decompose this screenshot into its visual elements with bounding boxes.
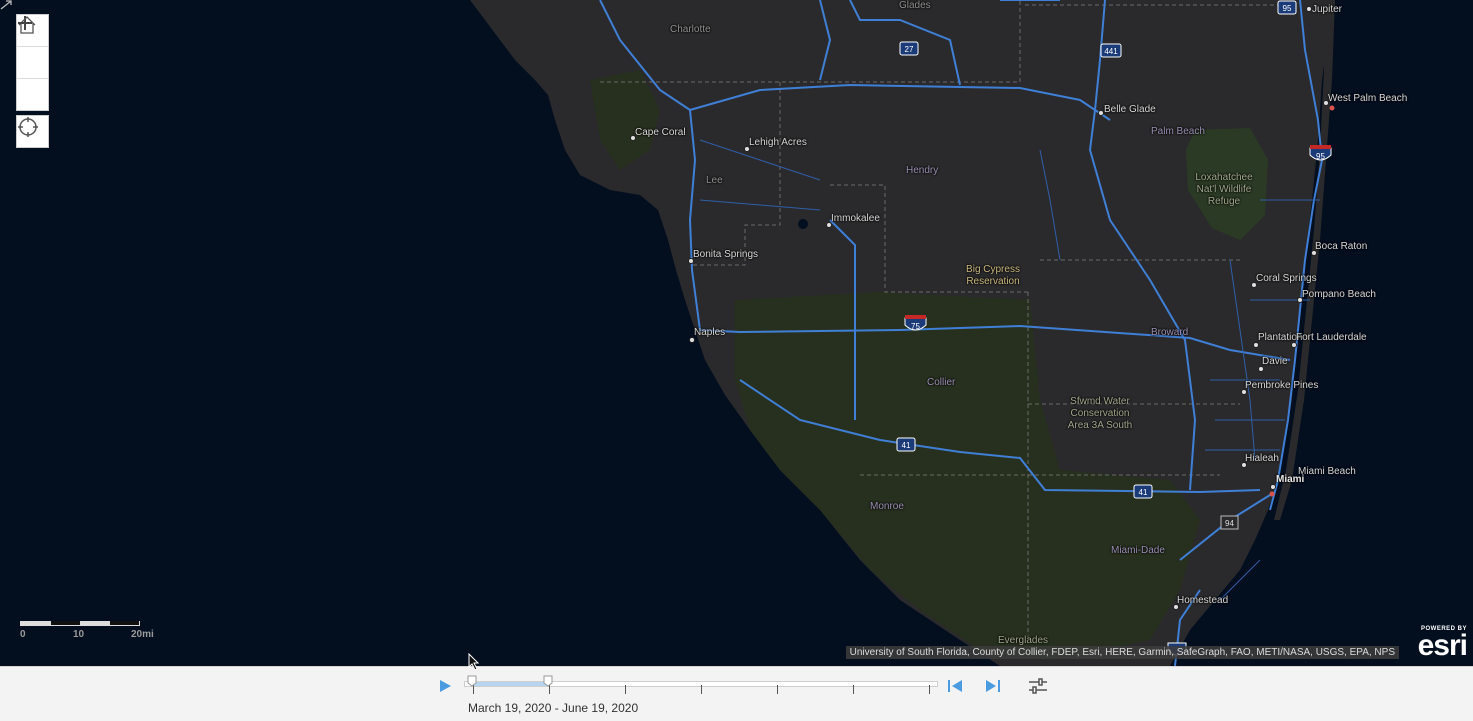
minus-icon bbox=[18, 22, 32, 24]
time-extent-label: March 19, 2020 - June 19, 2020 bbox=[468, 701, 639, 715]
locate-button[interactable] bbox=[16, 115, 49, 148]
scale-label-0: 0 bbox=[20, 629, 26, 640]
previous-button[interactable] bbox=[948, 679, 964, 693]
slider-tick bbox=[625, 685, 626, 694]
label-homestead: Homestead bbox=[1177, 595, 1229, 606]
label-big-cypress: Big Cypress Reservation bbox=[966, 264, 1020, 287]
label-sfwmd: Sfwmd Water Conservation Area 3A South bbox=[1067, 396, 1133, 431]
label-miami: Miami bbox=[1276, 474, 1305, 485]
slider-tick bbox=[929, 685, 930, 694]
label-bonita-springs: Bonita Springs bbox=[693, 249, 759, 260]
previous-icon bbox=[952, 680, 962, 692]
label-pompano-beach: Pompano Beach bbox=[1302, 289, 1376, 300]
label-west-palm-beach: West Palm Beach bbox=[1328, 93, 1408, 104]
attribution-text[interactable]: University of South Florida, County of C… bbox=[845, 646, 1399, 659]
slider-tick bbox=[853, 685, 854, 694]
scale-bar: 0 10 20mi bbox=[20, 621, 160, 640]
label-belle-glade: Belle Glade bbox=[1104, 104, 1156, 115]
slider-range-fill bbox=[472, 682, 548, 686]
label-coral-springs: Coral Springs bbox=[1256, 273, 1317, 284]
label-jupiter: Jupiter bbox=[1312, 4, 1343, 15]
settings-sliders-icon bbox=[1029, 678, 1047, 694]
label-cape-coral: Cape Coral bbox=[635, 127, 686, 138]
play-button[interactable] bbox=[438, 679, 452, 693]
label-monroe: Monroe bbox=[870, 501, 904, 512]
label-glades: Glades bbox=[899, 0, 931, 11]
time-slider: March 19, 2020 - June 19, 2020 bbox=[0, 666, 1473, 721]
label-loxahatchee: Loxahatchee Nat'l Wildlife Refuge bbox=[1195, 172, 1253, 207]
slider-thumb-start[interactable] bbox=[467, 675, 477, 687]
slider-tick bbox=[777, 685, 778, 694]
settings-button[interactable] bbox=[1028, 678, 1048, 694]
label-hialeah: Hialeah bbox=[1245, 453, 1279, 464]
basemap bbox=[470, 0, 1335, 666]
label-collier: Collier bbox=[927, 377, 956, 388]
mouse-cursor-icon bbox=[468, 653, 480, 671]
label-broward: Broward bbox=[1151, 327, 1189, 338]
map-view[interactable]: Glades Charlotte Jupiter West Palm Beach… bbox=[0, 0, 1473, 666]
label-naples: Naples bbox=[694, 327, 726, 338]
slider-thumb-end[interactable] bbox=[543, 675, 553, 687]
slider-tick bbox=[701, 685, 702, 694]
esri-logo[interactable]: POWERED BY esri bbox=[1417, 626, 1468, 662]
label-pembroke-pines: Pembroke Pines bbox=[1245, 380, 1319, 391]
label-lehigh-acres: Lehigh Acres bbox=[749, 137, 807, 148]
esri-wordmark: esri bbox=[1417, 629, 1468, 662]
scale-label-10: 10 bbox=[73, 629, 85, 640]
zoom-controls bbox=[16, 14, 49, 111]
label-immokalee: Immokalee bbox=[831, 213, 880, 224]
home-button[interactable] bbox=[17, 16, 48, 79]
zoom-out-button[interactable] bbox=[17, 22, 48, 110]
label-miami-dade: Miami-Dade bbox=[1111, 545, 1165, 556]
scale-label-20mi: 20mi bbox=[131, 629, 154, 640]
next-icon bbox=[986, 680, 996, 692]
label-palm-beach: Palm Beach bbox=[1151, 126, 1205, 137]
label-davie: Davie bbox=[1262, 356, 1288, 367]
expand-icon[interactable] bbox=[0, 0, 12, 10]
label-miami-beach: Miami Beach bbox=[1298, 466, 1356, 477]
lake bbox=[798, 219, 808, 229]
play-icon bbox=[440, 680, 451, 692]
crosshair-icon bbox=[18, 117, 38, 137]
label-charlotte: Charlotte bbox=[670, 24, 711, 35]
next-button[interactable] bbox=[984, 679, 1000, 693]
label-lee: Lee bbox=[706, 175, 723, 186]
label-boca-raton: Boca Raton bbox=[1315, 241, 1368, 252]
label-fort-lauderdale: Fort Lauderdale bbox=[1296, 332, 1367, 343]
label-hendry: Hendry bbox=[906, 165, 939, 176]
